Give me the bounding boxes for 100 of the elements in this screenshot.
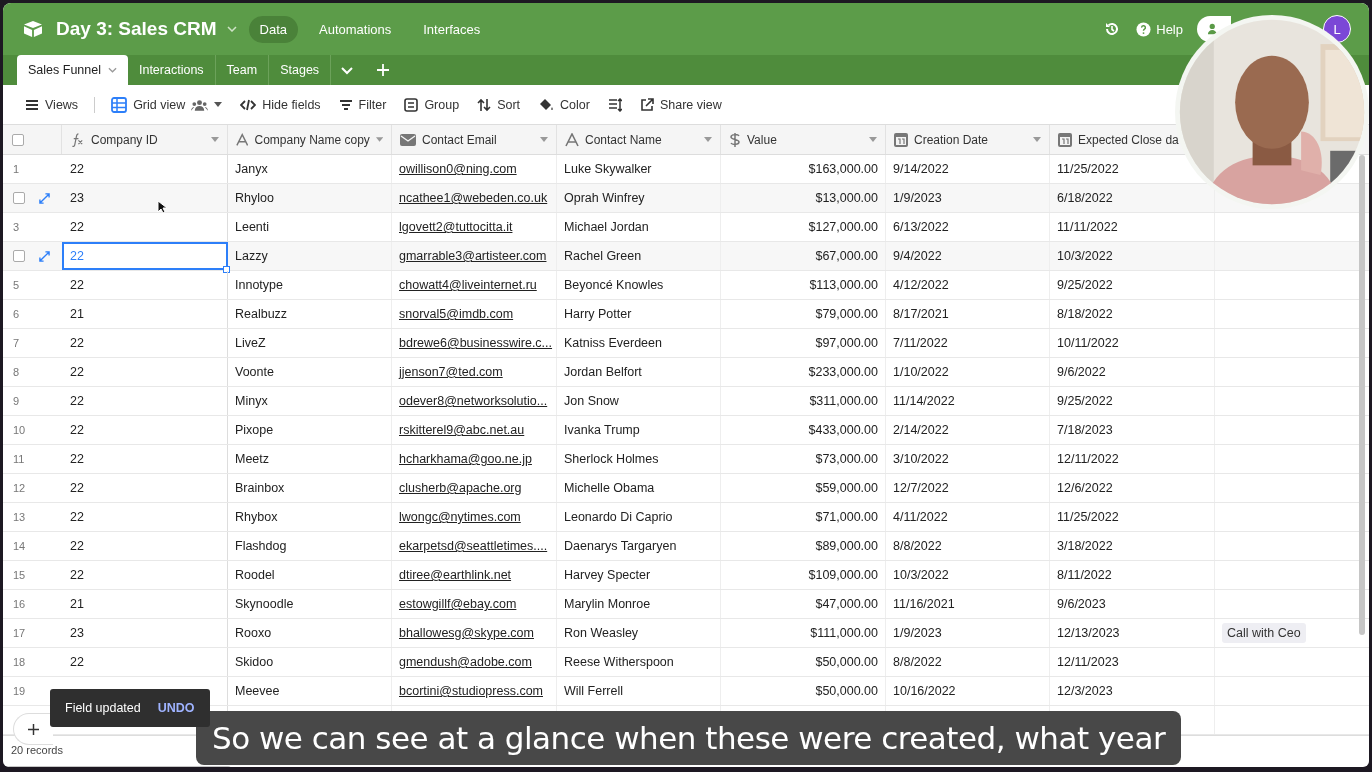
column-header[interactable]: Contact Name: [585, 132, 662, 147]
table-cell: 1/10/2022: [893, 365, 949, 379]
table-cell: Oprah Winfrey: [564, 191, 645, 205]
email-icon: [400, 133, 416, 146]
table-cell: 22: [70, 394, 84, 408]
email-link[interactable]: gmarrable3@artisteer.com: [399, 249, 547, 263]
nav-tab[interactable]: Data: [248, 15, 298, 43]
email-link[interactable]: bdrewe6@businesswire.c...: [399, 336, 553, 350]
caret-icon[interactable]: [1033, 137, 1041, 142]
group-button[interactable]: Group: [404, 97, 460, 112]
table-cell: 11/25/2022: [1057, 510, 1119, 524]
selected-cell[interactable]: 22: [62, 242, 228, 270]
email-link[interactable]: clusherb@apache.org: [399, 481, 522, 495]
caret-icon[interactable]: [375, 137, 383, 142]
views-button[interactable]: Views: [25, 97, 79, 112]
select-all-checkbox[interactable]: [12, 133, 24, 146]
table-cell: Michael Jordan: [564, 220, 649, 234]
table-cell: $59,000.00: [815, 481, 878, 495]
sort-icon: [477, 97, 492, 112]
table-cell: 12/11/2022: [1057, 452, 1119, 466]
email-link[interactable]: jjenson7@ted.com: [399, 365, 503, 379]
calendar-icon: [894, 132, 908, 147]
button-label: Grid view: [133, 97, 186, 112]
table-tab[interactable]: Stages: [269, 55, 332, 85]
table-cell: 22: [70, 510, 84, 524]
email-link[interactable]: estowgillf@ebay.com: [399, 597, 517, 611]
table-cell: $67,000.00: [815, 249, 878, 263]
table-cell: 9/4/2022: [893, 249, 942, 263]
column-header[interactable]: Expected Close da: [1078, 132, 1179, 147]
undo-button[interactable]: UNDO: [157, 701, 195, 715]
table-cell: $71,000.00: [815, 510, 878, 524]
email-link[interactable]: bhallowesg@skype.com: [399, 626, 534, 640]
fill-handle[interactable]: [223, 266, 230, 273]
email-link[interactable]: lwongc@nytimes.com: [399, 510, 521, 524]
table-cell: 23: [70, 191, 84, 205]
table-cell: Lazzy: [235, 249, 268, 263]
table-cell: Ivanka Trump: [564, 423, 640, 437]
chevron-down-icon[interactable]: [226, 26, 237, 32]
table-cell: 10/11/2022: [1057, 336, 1119, 350]
table-cell: Rachel Green: [564, 249, 642, 263]
row-checkbox[interactable]: [13, 250, 25, 262]
height-button[interactable]: [607, 97, 622, 112]
list-box-icon: [404, 97, 419, 112]
table-cell: 22: [70, 539, 84, 553]
email-link[interactable]: odever8@networksolutio...: [399, 394, 548, 408]
email-link[interactable]: ncathee1@webeden.co.uk: [399, 191, 548, 205]
video-caption: So we can see at a glance when these were created, what year: [196, 711, 1182, 765]
color-button[interactable]: Color: [538, 97, 590, 112]
email-link[interactable]: rskitterel9@abc.net.au: [399, 423, 525, 437]
table-cell: $233,000.00: [808, 365, 878, 379]
column-header[interactable]: Company ID: [91, 132, 158, 147]
table-tab[interactable]: Team: [215, 55, 270, 85]
email-link[interactable]: dtiree@earthlink.net: [399, 568, 512, 582]
email-link[interactable]: ekarpetsd@seattletimes....: [399, 539, 548, 553]
expand-icon[interactable]: [39, 192, 50, 204]
email-link[interactable]: chowatt4@liveinternet.ru: [399, 278, 537, 292]
grid-button[interactable]: Grid view: [111, 96, 223, 113]
table-cell: 10/3/2022: [893, 568, 949, 582]
table-cell: Janyx: [235, 162, 268, 176]
row-number: 14: [13, 540, 26, 552]
caret-icon[interactable]: [869, 137, 877, 142]
expand-icon[interactable]: [39, 250, 50, 262]
column-header[interactable]: Company Name copy: [254, 132, 370, 147]
table-cell: Katniss Everdeen: [564, 336, 662, 350]
history-icon[interactable]: [1104, 21, 1121, 37]
email-link[interactable]: gmendush@adobe.com: [399, 655, 532, 669]
row-number: 10: [13, 424, 26, 436]
column-header[interactable]: Contact Email: [422, 132, 497, 147]
table-tab[interactable]: Interactions: [127, 55, 216, 85]
table-cell: Meevee: [235, 684, 280, 698]
row-number: 18: [13, 656, 26, 668]
add-record-button[interactable]: [13, 713, 53, 745]
row-checkbox[interactable]: [13, 192, 25, 204]
column-header[interactable]: Creation Date: [914, 132, 989, 147]
email-link[interactable]: bcortini@studiopress.com: [399, 684, 543, 698]
row-number: 7: [13, 337, 20, 349]
table-cell: $79,000.00: [815, 307, 878, 321]
email-link[interactable]: hcharkhama@goo.ne.jp: [399, 452, 532, 466]
caret-icon: [214, 102, 223, 107]
caret-icon[interactable]: [704, 137, 712, 142]
column-header[interactable]: Value: [747, 132, 777, 147]
caret-icon[interactable]: [211, 137, 219, 142]
email-link[interactable]: snorval5@imdb.com: [399, 307, 514, 321]
table-tab[interactable]: Sales Funnel: [17, 55, 128, 85]
table-cell: $433,000.00: [808, 423, 878, 437]
filter-button[interactable]: Filter: [338, 97, 387, 112]
add-table-icon[interactable]: [377, 64, 390, 76]
hide-button[interactable]: Hide fields: [240, 97, 321, 112]
table-cell: 6/18/2022: [1057, 191, 1113, 205]
email-link[interactable]: owillison0@ning.com: [399, 162, 517, 176]
table-cell: 22: [70, 162, 84, 176]
share-button[interactable]: Share view: [639, 97, 722, 112]
table-cell: $97,000.00: [815, 336, 878, 350]
table-cell: $73,000.00: [815, 452, 878, 466]
email-link[interactable]: lgovett2@tuttocitta.it: [399, 220, 513, 234]
sort-button[interactable]: Sort: [477, 97, 521, 112]
table-cell: Innotype: [235, 278, 283, 292]
caret-icon[interactable]: [540, 137, 548, 142]
vertical-scrollbar[interactable]: [1359, 155, 1365, 635]
row-number: 6: [13, 308, 20, 320]
